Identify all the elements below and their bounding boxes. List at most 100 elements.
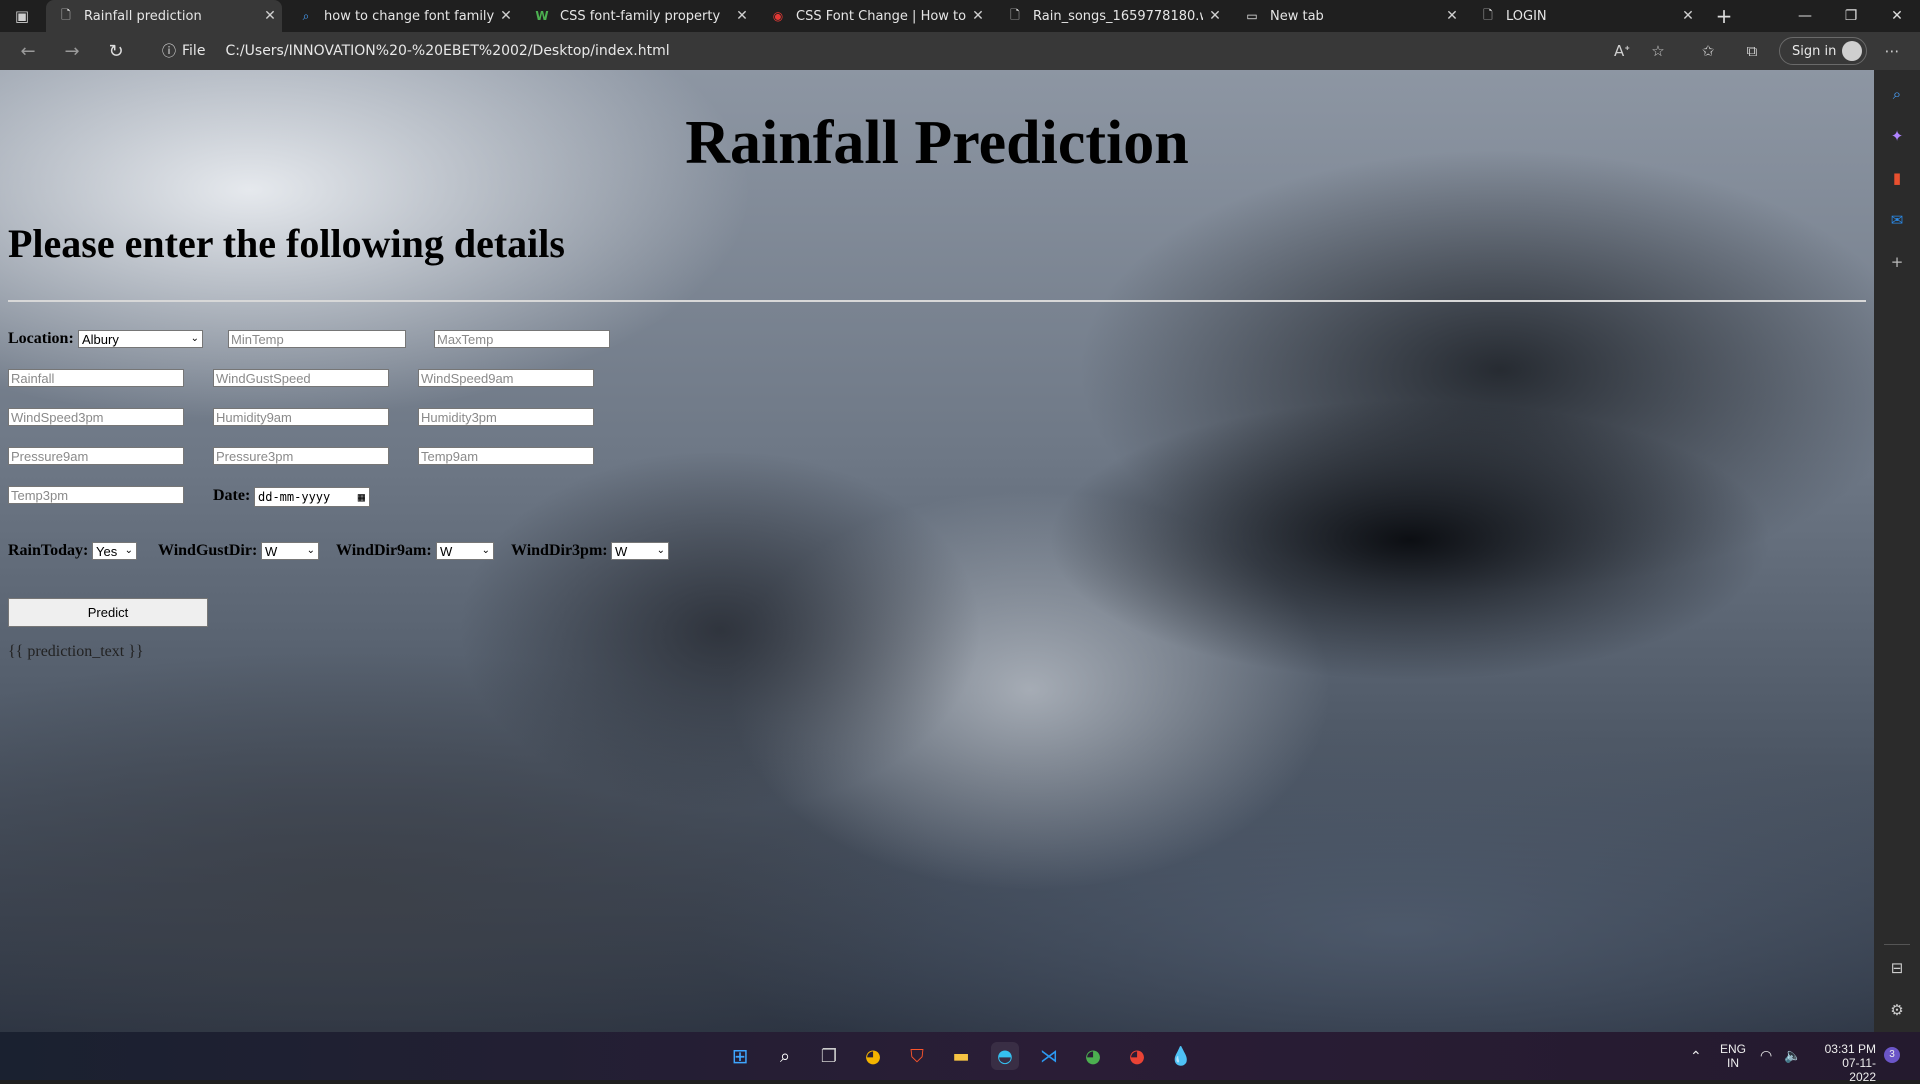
- search-icon[interactable]: ⌕: [1887, 84, 1907, 104]
- clock[interactable]: 03:31 PM 07-11-2022: [1816, 1042, 1876, 1084]
- page-icon: 🗋: [61, 7, 71, 22]
- windows-start-icon[interactable]: ⊞: [726, 1042, 754, 1070]
- temp-3pm-input[interactable]: [8, 486, 184, 504]
- predict-button[interactable]: Predict: [8, 598, 208, 627]
- wind-gust-speed-input[interactable]: [213, 369, 389, 387]
- wind-dir-9am-label: WindDir9am:: [336, 542, 432, 559]
- close-icon[interactable]: ✕: [966, 8, 990, 24]
- humidity-3pm-input[interactable]: [418, 408, 594, 426]
- page-icon: 🗋: [1483, 7, 1493, 22]
- wind-dir-3pm-label: WindDir3pm:: [511, 542, 608, 559]
- rainfall-input[interactable]: [8, 369, 184, 387]
- close-icon[interactable]: ✕: [1676, 8, 1700, 24]
- close-icon[interactable]: ✕: [730, 8, 754, 24]
- address-bar[interactable]: ⓘ File C:/Users/INNOVATION%20-%20EBET%20…: [150, 36, 1600, 66]
- collections-icon[interactable]: ⧉: [1742, 41, 1762, 61]
- url-text[interactable]: C:/Users/INNOVATION%20-%20EBET%2002/Desk…: [225, 43, 669, 59]
- notification-badge[interactable]: 3: [1884, 1047, 1900, 1063]
- outlook-icon[interactable]: ✉: [1887, 210, 1907, 230]
- rain-today-select[interactable]: Yes ⌄: [92, 542, 137, 560]
- location-select[interactable]: Albury ⌄: [78, 330, 203, 348]
- tab-css-font-family[interactable]: W CSS font-family property ✕: [522, 0, 754, 32]
- back-icon[interactable]: ←: [16, 39, 40, 63]
- sign-in-button[interactable]: Sign in: [1779, 37, 1867, 65]
- favorite-star-icon[interactable]: ☆: [1648, 41, 1668, 61]
- wind-gust-dir-value: W: [265, 543, 278, 559]
- tab-actions-icon[interactable]: ▣: [12, 6, 32, 26]
- settings-gear-icon[interactable]: ⚙: [1887, 1000, 1907, 1020]
- wind-dir-3pm-select[interactable]: W ⌄: [611, 542, 669, 560]
- chrome-alt-icon[interactable]: ◕: [1123, 1042, 1151, 1070]
- page-viewport: Rainfall Prediction Please enter the fol…: [0, 70, 1874, 1032]
- read-aloud-icon[interactable]: Aᐩ: [1612, 41, 1632, 61]
- rain-today-label: RainToday:: [8, 542, 89, 559]
- forward-icon[interactable]: →: [60, 39, 84, 63]
- calendar-icon[interactable]: ▦: [358, 490, 365, 504]
- date-input[interactable]: dd-mm-yyyy ▦: [254, 487, 370, 507]
- wind-speed-9am-input[interactable]: [418, 369, 594, 387]
- chevron-down-icon: ⌄: [306, 545, 315, 556]
- hide-sidebar-icon[interactable]: ⊟: [1887, 958, 1907, 978]
- prediction-text: {{ prediction_text }}: [8, 643, 144, 660]
- tab-rain-songs-image[interactable]: 🗋 Rain_songs_1659778180.webp ( ✕: [995, 0, 1227, 32]
- wind-speed-3pm-input[interactable]: [8, 408, 184, 426]
- pressure-3pm-input[interactable]: [213, 447, 389, 465]
- page-subtitle: Please enter the following details: [8, 221, 565, 266]
- page-title: Rainfall Prediction: [685, 109, 1189, 177]
- language-indicator[interactable]: ENG IN: [1720, 1042, 1746, 1070]
- chrome-profile-icon[interactable]: ◕: [1079, 1042, 1107, 1070]
- file-explorer-icon[interactable]: ▬: [947, 1042, 975, 1070]
- add-icon[interactable]: +: [1887, 252, 1907, 272]
- tab-rainfall-prediction[interactable]: 🗋 Rainfall prediction ✕: [46, 0, 282, 32]
- new-tab-button[interactable]: +: [1704, 0, 1744, 32]
- location-label: Location:: [8, 330, 74, 347]
- page-icon: 🗋: [1010, 7, 1020, 22]
- wifi-icon[interactable]: ◠: [1760, 1047, 1772, 1064]
- brave-icon[interactable]: ⛉: [903, 1042, 931, 1070]
- wind-dir-9am-select[interactable]: W ⌄: [436, 542, 494, 560]
- close-icon[interactable]: ✕: [494, 8, 518, 24]
- close-icon[interactable]: ✕: [1203, 8, 1227, 24]
- min-temp-input[interactable]: [228, 330, 406, 348]
- tab-css-font-change[interactable]: ◉ CSS Font Change | How to chan ✕: [758, 0, 990, 32]
- restore-button[interactable]: ❐: [1828, 0, 1874, 32]
- more-menu-icon[interactable]: ⋯: [1882, 41, 1902, 61]
- tab-font-search[interactable]: ⌕ how to change font family in css ✕: [286, 0, 518, 32]
- info-icon[interactable]: ⓘ: [162, 41, 176, 61]
- discover-icon[interactable]: ✦: [1887, 126, 1907, 146]
- temp-9am-input[interactable]: [418, 447, 594, 465]
- chevron-down-icon: ⌄: [481, 545, 490, 556]
- edge-sidebar: ⌕ ✦ ▮ ✉ + ⊟ ⚙: [1874, 70, 1920, 1032]
- wind-gust-dir-select[interactable]: W ⌄: [261, 542, 319, 560]
- tab-login[interactable]: 🗋 LOGIN ✕: [1468, 0, 1700, 32]
- wind-gust-dir-label: WindGustDir:: [158, 542, 258, 559]
- max-temp-input[interactable]: [434, 330, 610, 348]
- task-view-icon[interactable]: ❐: [815, 1042, 843, 1070]
- avatar: [1842, 41, 1862, 61]
- close-icon[interactable]: ✕: [258, 8, 282, 24]
- office-icon[interactable]: ▮: [1887, 168, 1907, 188]
- refresh-icon[interactable]: ↻: [104, 39, 128, 63]
- close-icon[interactable]: ✕: [1440, 8, 1464, 24]
- close-window-button[interactable]: ✕: [1874, 0, 1920, 32]
- chevron-down-icon: ⌄: [124, 545, 133, 556]
- volume-icon[interactable]: 🔈: [1784, 1047, 1801, 1064]
- w3schools-icon: W: [535, 9, 549, 23]
- edge-icon[interactable]: ◓: [991, 1042, 1019, 1070]
- humidity-9am-input[interactable]: [213, 408, 389, 426]
- tab-title: how to change font family in css: [324, 8, 494, 24]
- minimize-button[interactable]: —: [1782, 0, 1828, 32]
- vscode-icon[interactable]: ⋊: [1035, 1042, 1063, 1070]
- pressure-9am-input[interactable]: [8, 447, 184, 465]
- tab-title: CSS font-family property: [560, 8, 721, 24]
- chevron-down-icon: ⌄: [190, 333, 199, 344]
- app-drop-icon[interactable]: 💧: [1167, 1042, 1195, 1070]
- lang-label: ENG: [1720, 1042, 1747, 1056]
- favorites-icon[interactable]: ✩: [1698, 41, 1718, 61]
- scheme-label: File: [182, 43, 206, 59]
- chrome-icon[interactable]: ◕: [859, 1042, 887, 1070]
- search-icon[interactable]: ⌕: [771, 1042, 799, 1070]
- tab-title: CSS Font Change | How to chan: [796, 8, 966, 24]
- chevron-up-icon[interactable]: ⌃: [1690, 1048, 1702, 1065]
- tab-new-tab[interactable]: ▭ New tab ✕: [1232, 0, 1464, 32]
